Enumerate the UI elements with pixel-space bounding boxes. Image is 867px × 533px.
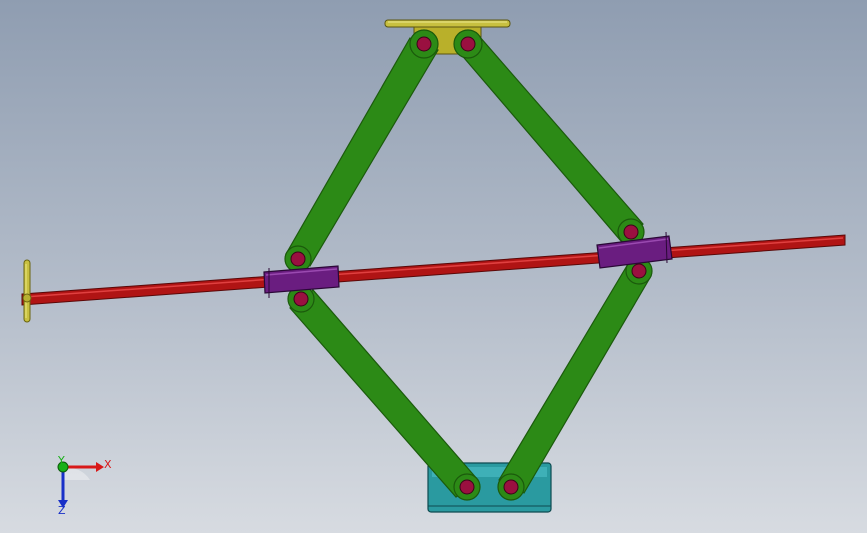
rod-handle[interactable] — [22, 259, 32, 323]
arm-lower-right[interactable] — [497, 257, 653, 501]
axis-y-label: Y — [57, 454, 65, 467]
axis-z-label: Z — [58, 504, 66, 517]
pin-mid-left-upper[interactable] — [290, 251, 306, 267]
pin-top-left[interactable] — [416, 36, 432, 52]
arm-lower-left[interactable] — [287, 285, 481, 501]
cad-viewport[interactable]: X Y Z — [0, 0, 867, 533]
coordinate-triad[interactable]: X Y Z — [57, 454, 112, 517]
axis-x-arrow — [96, 462, 104, 472]
pin-mid-right-upper[interactable] — [623, 224, 639, 240]
pin-base-left[interactable] — [459, 479, 475, 495]
arm-upper-left[interactable] — [284, 29, 439, 273]
screw-rod[interactable] — [21, 234, 846, 306]
pin-top-right[interactable] — [460, 36, 476, 52]
axis-x-label: X — [104, 458, 112, 471]
pin-mid-right-lower[interactable] — [631, 263, 647, 279]
pin-base-right[interactable] — [503, 479, 519, 495]
pin-mid-left-lower[interactable] — [293, 291, 309, 307]
arm-upper-right[interactable] — [453, 29, 645, 246]
